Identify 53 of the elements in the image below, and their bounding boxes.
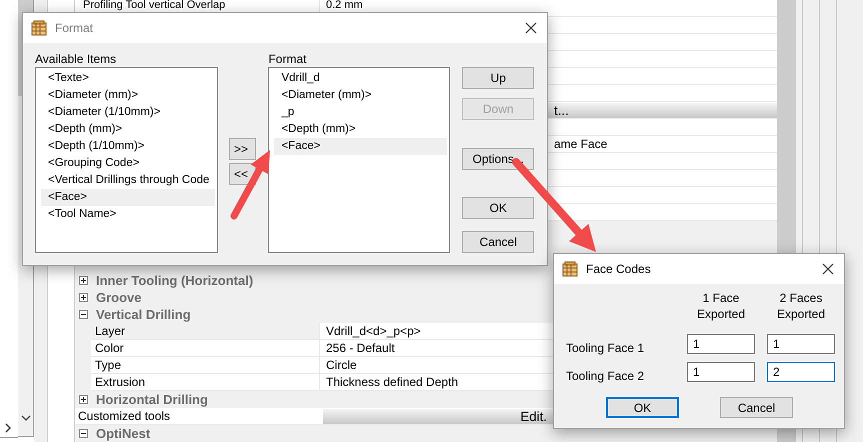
list-item[interactable]: <Diameter (1/10mm)> xyxy=(41,104,215,121)
window-title: Format xyxy=(55,21,94,35)
chevron-right-icon[interactable] xyxy=(3,423,13,433)
list-item[interactable]: <Face> xyxy=(274,138,448,155)
property-name[interactable]: Extrusion xyxy=(91,374,320,391)
list-item[interactable]: <Vertical Drillings through Code xyxy=(41,172,215,189)
section-title: Groove xyxy=(96,290,142,305)
property-name[interactable]: Type xyxy=(91,357,320,374)
property-name: Customized tools xyxy=(77,409,172,423)
close-icon[interactable] xyxy=(525,22,537,34)
close-icon[interactable] xyxy=(822,263,834,275)
app-icon xyxy=(31,20,47,36)
list-label: Available Items xyxy=(35,52,118,67)
expand-icon[interactable] xyxy=(79,276,88,285)
list-item[interactable]: Vdrill_d xyxy=(274,70,448,87)
list-item[interactable]: <Texte> xyxy=(41,70,215,87)
list-item[interactable]: <Tool Name> xyxy=(41,206,215,223)
section-title: OptiNest xyxy=(96,426,150,441)
list-item[interactable]: <Depth (mm)> xyxy=(274,121,448,138)
expand-icon[interactable] xyxy=(79,293,88,302)
scroll-down-icon[interactable] xyxy=(20,415,30,422)
section-title: Inner Tooling (Horizontal) xyxy=(96,273,254,288)
list-item[interactable]: <Grouping Code> xyxy=(41,155,215,172)
window-title: Face Codes xyxy=(586,262,652,276)
dialog-button[interactable]: Up xyxy=(462,67,534,89)
property-name[interactable]: Color xyxy=(91,340,320,357)
section-title: Horizontal Drilling xyxy=(96,392,208,407)
app-icon xyxy=(562,261,578,277)
input-field[interactable]: 2 xyxy=(767,362,835,382)
list-item[interactable]: <Face> xyxy=(41,189,215,206)
list-item[interactable]: <Depth (1/10mm)> xyxy=(41,138,215,155)
dialog-button[interactable]: Options... xyxy=(462,148,534,170)
list-label: Format xyxy=(268,52,308,67)
input-field[interactable]: 1 xyxy=(687,334,755,354)
column-header: 2 Faces Exported xyxy=(776,290,826,322)
dialog-button[interactable]: OK xyxy=(462,197,534,219)
property-name[interactable]: Layer xyxy=(91,323,320,340)
collapse-icon[interactable] xyxy=(79,310,88,319)
section-title: Vertical Drilling xyxy=(96,307,191,322)
row-label: Tooling Face 1 xyxy=(566,340,646,357)
column-header: 1 Face Exported xyxy=(696,290,746,322)
input-field[interactable]: 1 xyxy=(687,362,755,382)
list-item[interactable]: <Depth (mm)> xyxy=(41,121,215,138)
dialog-button[interactable]: Cancel xyxy=(720,397,793,418)
annotation-arrow xyxy=(230,150,270,220)
collapse-icon[interactable] xyxy=(79,429,88,438)
list-item[interactable]: <Diameter (mm)> xyxy=(274,87,448,104)
list-item[interactable]: <Diameter (mm)> xyxy=(41,87,215,104)
dialog-button[interactable]: Cancel xyxy=(462,231,534,253)
dialog-button[interactable]: OK xyxy=(606,397,679,418)
input-field[interactable]: 1 xyxy=(767,334,835,354)
expand-icon[interactable] xyxy=(79,395,88,404)
add-button[interactable]: >> xyxy=(229,138,256,160)
